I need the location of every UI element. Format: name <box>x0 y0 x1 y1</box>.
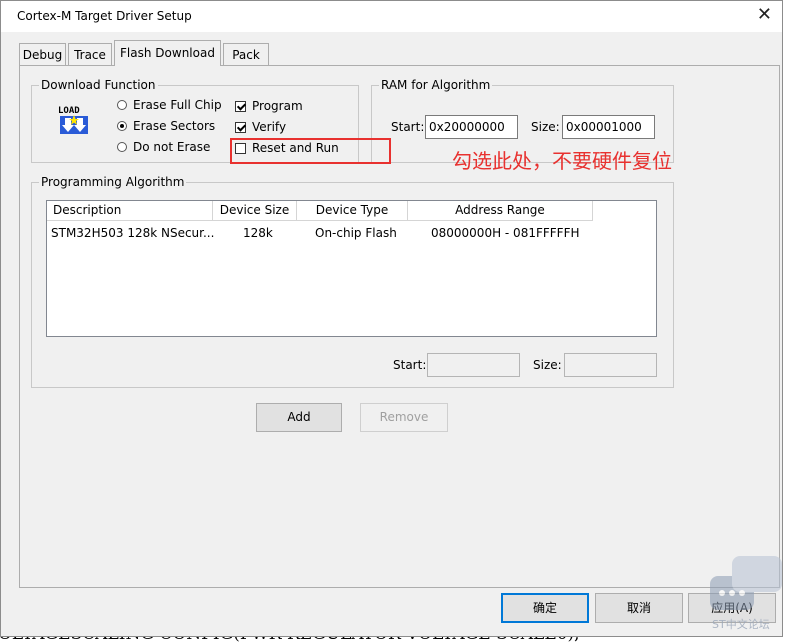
erase-sectors-radio[interactable] <box>117 121 127 131</box>
algorithm-size-label: Size: <box>533 358 562 372</box>
download-function-label: Download Function <box>39 78 158 92</box>
erase-full-chip-label[interactable]: Erase Full Chip <box>133 98 222 112</box>
load-icon: LOAD <box>58 106 88 134</box>
column-device-size[interactable]: Device Size <box>213 201 297 221</box>
algorithm-start-input[interactable] <box>427 353 520 377</box>
target-driver-setup-dialog: Cortex-M Target Driver Setup ✕ Debug Tra… <box>0 0 783 637</box>
algorithm-list-header: Description Device Size Device Type Addr… <box>47 201 656 221</box>
add-button[interactable]: Add <box>256 403 342 432</box>
programming-algorithm-label: Programming Algorithm <box>39 175 187 189</box>
program-checkbox[interactable] <box>235 101 246 112</box>
close-icon[interactable]: ✕ <box>757 5 772 25</box>
program-label[interactable]: Program <box>252 99 303 113</box>
row-device-size[interactable]: 128k <box>243 226 273 240</box>
algorithm-list[interactable]: Description Device Size Device Type Addr… <box>46 200 657 337</box>
highlight-box <box>230 138 391 164</box>
title-bar[interactable]: Cortex-M Target Driver Setup ✕ <box>1 1 782 32</box>
watermark-text: ST中文论坛 <box>712 618 770 631</box>
annotation-text: 勾选此处，不要硬件复位 <box>452 149 672 173</box>
row-device-type[interactable]: On-chip Flash <box>315 226 397 240</box>
column-description[interactable]: Description <box>47 201 213 221</box>
svg-text:LOAD: LOAD <box>58 106 80 116</box>
tab-debug[interactable]: Debug <box>19 43 66 65</box>
cancel-button[interactable]: 取消 <box>595 593 683 623</box>
dialog-title: Cortex-M Target Driver Setup <box>17 9 192 23</box>
verify-label[interactable]: Verify <box>252 120 286 134</box>
ram-start-label: Start: <box>391 120 425 134</box>
tab-flash-download[interactable]: Flash Download <box>114 40 221 66</box>
tab-trace[interactable]: Trace <box>68 43 112 65</box>
ram-size-input[interactable]: 0x00001000 <box>562 115 655 139</box>
row-description[interactable]: STM32H503 128k NSecur... <box>51 226 214 240</box>
do-not-erase-label[interactable]: Do not Erase <box>133 140 210 154</box>
algorithm-size-input[interactable] <box>564 353 657 377</box>
ram-for-algorithm-label: RAM for Algorithm <box>379 78 493 92</box>
ram-size-label: Size: <box>531 120 560 134</box>
tab-pack[interactable]: Pack <box>223 43 269 65</box>
do-not-erase-radio[interactable] <box>117 142 127 152</box>
algorithm-start-label: Start: <box>393 358 427 372</box>
erase-sectors-label[interactable]: Erase Sectors <box>133 119 215 133</box>
column-address-range[interactable]: Address Range <box>408 201 593 221</box>
row-address-range[interactable]: 08000000H - 081FFFFFH <box>431 226 580 240</box>
remove-button[interactable]: Remove <box>360 403 448 432</box>
verify-checkbox[interactable] <box>235 122 246 133</box>
ram-start-input[interactable]: 0x20000000 <box>425 115 518 139</box>
ok-button[interactable]: 确定 <box>501 593 589 623</box>
erase-full-chip-radio[interactable] <box>117 100 127 110</box>
column-device-type[interactable]: Device Type <box>297 201 408 221</box>
